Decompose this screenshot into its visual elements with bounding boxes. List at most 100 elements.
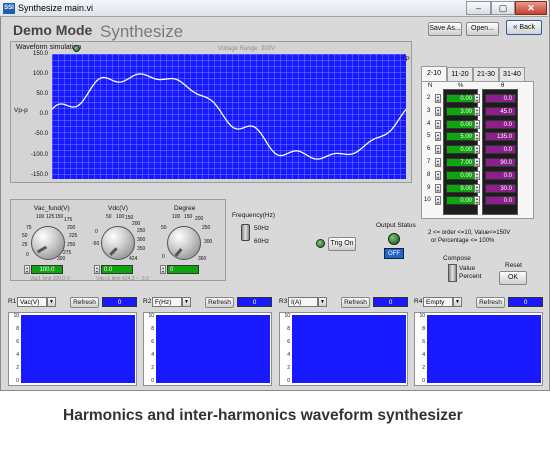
theta-spinner[interactable]: ▴ ▾ — [474, 158, 480, 167]
theta-value[interactable]: 0.0 — [485, 120, 516, 129]
frequency-toggle[interactable] — [241, 224, 250, 241]
theta-spinner[interactable]: ▴ ▾ — [474, 132, 480, 141]
readout-y-tick: 0 — [151, 378, 154, 384]
trig-on-button[interactable]: Trig On — [328, 237, 356, 251]
percent-spinner[interactable]: ▴ ▾ — [435, 158, 441, 167]
percent-spinner[interactable]: ▴ ▾ — [435, 184, 441, 193]
readout-y-tick: 2 — [287, 365, 290, 371]
waveform-svg — [52, 73, 406, 160]
knob-tick: 50 — [22, 233, 28, 239]
readout-select[interactable]: F(Hz) — [152, 297, 182, 307]
percent-value[interactable]: 0.00 — [446, 145, 476, 154]
readout-select[interactable]: Empty — [423, 297, 453, 307]
percent-spinner[interactable]: ▴ ▾ — [435, 120, 441, 129]
waveform-led — [73, 45, 80, 52]
vdc-spinner[interactable]: ▴ ▾ — [94, 265, 100, 274]
maximize-button[interactable]: ▢ — [491, 1, 515, 15]
percent-spinner[interactable]: ▴ ▾ — [435, 171, 441, 180]
percent-value[interactable]: 7.00 — [446, 158, 476, 167]
panel-title: Synthesize — [100, 22, 184, 41]
knob-tick: 200 — [132, 221, 141, 227]
voltage-range-label: Voltage Range — [218, 46, 258, 52]
degree-value[interactable]: 0 — [167, 265, 199, 274]
knob-tick: 200 — [195, 216, 204, 222]
tab-21-30[interactable]: 21-30 — [473, 67, 499, 81]
refresh-button[interactable]: Refresh — [205, 297, 234, 308]
vac-fund-value[interactable]: 100.0 — [31, 265, 63, 274]
theta-value[interactable]: 0.0 — [485, 94, 516, 103]
chevron-down-icon[interactable]: ▼ — [182, 297, 191, 307]
theta-spinner[interactable]: ▴ ▾ — [474, 107, 480, 116]
vdc-value[interactable]: 0.0 — [101, 265, 133, 274]
theta-spinner[interactable]: ▴ ▾ — [474, 94, 480, 103]
window-title: Synthesize main.vi — [18, 3, 94, 13]
col-n-header: N — [428, 83, 433, 89]
knob-tick: 50 — [106, 214, 112, 220]
percent-spinner[interactable]: ▴ ▾ — [435, 132, 441, 141]
percent-value[interactable]: 5.00 — [446, 132, 476, 141]
open-button[interactable]: Open... — [466, 22, 499, 36]
readout-id: R2 — [143, 298, 152, 305]
theta-spinner[interactable]: ▴ ▾ — [474, 196, 480, 205]
chevron-down-icon[interactable]: ▼ — [318, 297, 327, 307]
theta-value[interactable]: 45.0 — [485, 107, 516, 116]
percent-value[interactable]: 0.00 — [446, 196, 476, 205]
readout-select[interactable]: Vac(V) — [17, 297, 47, 307]
readout-select[interactable]: I(A) — [288, 297, 318, 307]
tab-31-40[interactable]: 31-40 — [499, 67, 525, 81]
knob-tick: 350 — [137, 246, 146, 252]
save-as-button[interactable]: Save As... — [428, 22, 462, 36]
vac-fund-spinner[interactable]: ▴ ▾ — [24, 265, 30, 274]
degree-spinner[interactable]: ▴ ▾ — [160, 265, 166, 274]
theta-spinner[interactable]: ▴ ▾ — [474, 145, 480, 154]
readout-y-tick: 4 — [16, 352, 19, 358]
vac-fund-knob[interactable] — [31, 226, 65, 260]
tab-11-20[interactable]: 11-20 — [447, 67, 473, 81]
readout-y-tick: 10 — [148, 313, 154, 319]
percent-spinner[interactable]: ▴ ▾ — [435, 196, 441, 205]
tab-2-10[interactable]: 2-10 — [421, 66, 447, 81]
theta-spinner[interactable]: ▴ ▾ — [474, 171, 480, 180]
theta-value[interactable]: 0.0 — [485, 145, 516, 154]
chevron-down-icon[interactable]: ▼ — [453, 297, 462, 307]
theta-value[interactable]: 0.0 — [485, 196, 516, 205]
readout-plot — [156, 315, 270, 383]
percent-spinner[interactable]: ▴ ▾ — [435, 145, 441, 154]
percent-value[interactable]: 3.00 — [446, 107, 476, 116]
back-button[interactable]: « Back — [506, 20, 542, 35]
close-button[interactable]: ✕ — [515, 1, 547, 15]
readout-value: 0 — [508, 297, 543, 307]
harmonic-order: 2 — [427, 95, 431, 101]
refresh-button[interactable]: Refresh — [341, 297, 370, 308]
percent-value[interactable]: 0.00 — [446, 120, 476, 129]
percent-spinner[interactable]: ▴ ▾ — [435, 94, 441, 103]
theta-spinner[interactable]: ▴ ▾ — [474, 120, 480, 129]
compose-switch[interactable] — [448, 264, 457, 282]
theta-value[interactable]: 135.0 — [485, 132, 516, 141]
readout-id: R3 — [279, 298, 288, 305]
refresh-button[interactable]: Refresh — [70, 297, 99, 308]
readout-y-tick: 2 — [16, 365, 19, 371]
vdc-knob[interactable] — [101, 226, 135, 260]
percent-value[interactable]: 0.00 — [446, 171, 476, 180]
minimize-button[interactable]: – — [466, 1, 491, 15]
knob-tick: 300 — [137, 237, 146, 243]
compose-option-percent: Percent — [459, 273, 482, 280]
chevron-down-icon[interactable]: ▼ — [47, 297, 56, 307]
theta-value[interactable]: 90.0 — [485, 158, 516, 167]
percent-spinner[interactable]: ▴ ▾ — [435, 107, 441, 116]
theta-value[interactable]: 30.0 — [485, 184, 516, 193]
knob-tick: 300 — [57, 256, 66, 262]
y-tick: -50.0 — [34, 131, 48, 137]
degree-knob[interactable] — [167, 226, 201, 260]
reset-ok-button[interactable]: OK — [499, 271, 527, 285]
theta-value[interactable]: 0.0 — [485, 171, 516, 180]
knob-tick: -50 — [92, 241, 100, 247]
percent-value[interactable]: 0.00 — [446, 94, 476, 103]
theta-spinner[interactable]: ▴ ▾ — [474, 184, 480, 193]
percent-value[interactable]: 9.00 — [446, 184, 476, 193]
refresh-button[interactable]: Refresh — [476, 297, 505, 308]
readout-y-tick: 10 — [419, 313, 425, 319]
vac-fund-label: Vac_fund(V) — [34, 205, 70, 212]
y-tick: 0.0 — [39, 111, 48, 117]
